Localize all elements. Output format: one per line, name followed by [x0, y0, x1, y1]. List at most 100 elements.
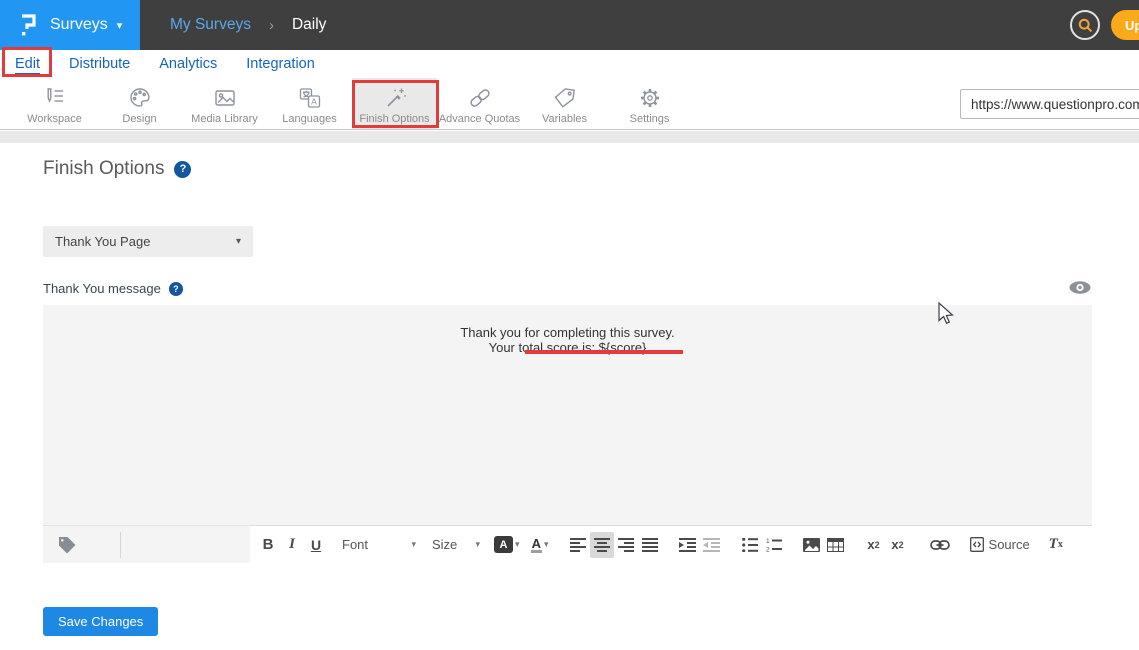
increase-indent-button[interactable] [676, 532, 700, 558]
breadcrumb: My Surveys › Daily [140, 0, 1070, 50]
workspace-icon [42, 85, 68, 111]
editor-toolbar: B I U Font ▾ Size ▾ A ▾ A ▾ [43, 525, 1092, 563]
numbered-list-icon: 1 2 [766, 538, 782, 552]
settings-icon [637, 85, 663, 111]
product-menu[interactable]: Surveys ▾ [0, 0, 140, 50]
source-button[interactable]: Source [970, 532, 1030, 558]
tab-edit[interactable]: Edit [15, 56, 40, 72]
ribbon-item-workspace[interactable]: Workspace [12, 78, 97, 129]
toolbar-divider [120, 532, 121, 558]
align-left-icon [570, 538, 586, 552]
chevron-down-icon: ▾ [544, 539, 549, 550]
survey-tab-bar: Edit Distribute Analytics Integration [0, 50, 1139, 78]
align-right-icon [618, 538, 634, 552]
subscript-button[interactable]: x2 [862, 532, 886, 558]
increase-indent-icon [679, 538, 696, 552]
breadcrumb-separator: › [269, 17, 274, 34]
bulleted-list-button[interactable] [738, 532, 762, 558]
chevron-down-icon: ▾ [475, 539, 480, 550]
upgrade-button[interactable]: Up [1111, 10, 1139, 40]
svg-text:2: 2 [766, 546, 770, 552]
background-color-icon: A [494, 536, 513, 553]
italic-button[interactable]: I [280, 532, 304, 558]
breadcrumb-my-surveys[interactable]: My Surveys [170, 16, 251, 34]
finish-type-dropdown[interactable]: Thank You Page ▾ [43, 226, 253, 257]
editor-text-line: Thank you for completing this survey. [43, 325, 1092, 340]
languages-icon: A [297, 85, 323, 111]
app-window: Surveys ▾ My Surveys › Daily Up Edit Dis… [0, 0, 1139, 650]
superscript-button[interactable]: x2 [886, 532, 910, 558]
media-library-icon [212, 85, 238, 111]
align-left-button[interactable] [566, 532, 590, 558]
tag-icon [56, 534, 78, 556]
size-dropdown[interactable]: Size ▾ [432, 537, 480, 552]
help-icon[interactable]: ? [174, 161, 191, 178]
background-color-button[interactable]: A ▾ [494, 532, 520, 558]
finish-options-icon [382, 85, 408, 111]
decrease-indent-button[interactable] [700, 532, 724, 558]
editor-toolbar-main: B I U Font ▾ Size ▾ A ▾ A ▾ [250, 525, 1092, 563]
editor-content-area[interactable]: Thank you for completing this survey. Yo… [43, 305, 1092, 525]
breadcrumb-current-survey: Daily [292, 16, 326, 34]
source-icon [970, 537, 984, 552]
insert-link-button[interactable] [928, 532, 952, 558]
chevron-down-icon: ▾ [117, 19, 123, 32]
align-center-icon [594, 538, 610, 552]
svg-text:A: A [311, 97, 317, 107]
tab-integration[interactable]: Integration [246, 56, 315, 72]
underline-button[interactable]: U [304, 532, 328, 558]
image-icon [803, 538, 820, 552]
numbered-list-button[interactable]: 1 2 [762, 532, 786, 558]
insert-variable-button[interactable] [56, 534, 78, 556]
ribbon-item-variables[interactable]: Variables [522, 78, 607, 129]
section-divider [0, 131, 1139, 143]
eye-icon [1068, 280, 1092, 295]
table-icon [827, 538, 844, 552]
advance-quotas-icon [467, 85, 493, 111]
survey-url-input[interactable] [960, 89, 1139, 119]
save-changes-button[interactable]: Save Changes [43, 607, 158, 636]
editor-text-line: Your total score is: ${score} [43, 340, 1092, 355]
topbar-actions: Up [1070, 0, 1139, 50]
ribbon-item-advance-quotas[interactable]: Advance Quotas [437, 78, 522, 129]
ribbon-item-finish-options[interactable]: Finish Options [352, 78, 437, 129]
tab-distribute[interactable]: Distribute [69, 56, 130, 72]
ribbon-item-design[interactable]: Design [97, 78, 182, 129]
help-icon[interactable]: ? [169, 282, 183, 296]
page-title: Finish Options [43, 158, 164, 180]
questionpro-logo-icon [18, 11, 40, 39]
ribbon-item-media-library[interactable]: Media Library [182, 78, 267, 129]
insert-image-button[interactable] [800, 532, 824, 558]
thank-you-message-label: Thank You message [43, 281, 161, 296]
search-button[interactable] [1070, 10, 1100, 40]
thank-you-message-editor: Thank you for completing this survey. Yo… [43, 305, 1092, 563]
justify-icon [642, 538, 658, 552]
chevron-down-icon: ▾ [515, 539, 520, 550]
decrease-indent-icon [703, 538, 720, 552]
edit-ribbon: Workspace Design [0, 78, 1139, 130]
insert-table-button[interactable] [824, 532, 848, 558]
align-center-button[interactable] [590, 532, 614, 558]
design-icon [127, 85, 153, 111]
editor-toolbar-left [43, 525, 250, 563]
font-dropdown[interactable]: Font ▾ [342, 537, 416, 552]
product-menu-label: Surveys [50, 16, 108, 34]
svg-text:1: 1 [766, 538, 770, 545]
justify-button[interactable] [638, 532, 662, 558]
text-color-button[interactable]: A ▾ [528, 532, 552, 558]
chevron-down-icon: ▾ [411, 539, 416, 550]
text-color-icon: A [531, 537, 542, 553]
finish-type-value: Thank You Page [55, 234, 150, 249]
ribbon-item-settings[interactable]: Settings [607, 78, 692, 129]
search-icon [1078, 18, 1093, 33]
chevron-down-icon: ▾ [236, 236, 241, 247]
ribbon-item-languages[interactable]: A Languages [267, 78, 352, 129]
tab-analytics[interactable]: Analytics [159, 56, 217, 72]
bold-button[interactable]: B [256, 532, 280, 558]
preview-button[interactable] [1068, 280, 1092, 300]
remove-format-button[interactable]: Tx [1044, 532, 1068, 558]
top-bar: Surveys ▾ My Surveys › Daily Up [0, 0, 1139, 50]
link-icon [930, 540, 950, 550]
variables-icon [552, 85, 578, 111]
align-right-button[interactable] [614, 532, 638, 558]
